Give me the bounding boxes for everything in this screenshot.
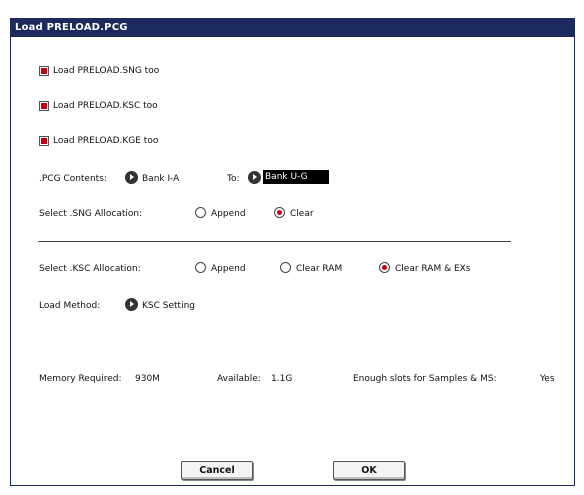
ksc-append-radio[interactable] [195,262,206,273]
sng-clear-label[interactable]: Clear [290,209,314,219]
ksc-clear-ram-exs-radio[interactable] [379,262,390,273]
load-kge-checkbox[interactable] [39,136,49,146]
ksc-clear-ram-radio[interactable] [280,262,291,273]
sng-append-label[interactable]: Append [211,209,246,219]
title-bar: Load PRELOAD.PCG [11,19,574,37]
sng-allocation-label: Select .SNG Allocation: [39,209,143,219]
slots-value: Yes [540,374,555,384]
memory-required-value: 930M [135,374,160,384]
load-sng-label[interactable]: Load PRELOAD.SNG too [53,66,159,76]
ksc-allocation-label: Select .KSC Allocation: [39,264,141,274]
load-method-label: Load Method: [39,301,101,311]
load-ksc-label[interactable]: Load PRELOAD.KSC too [53,101,158,111]
ksc-append-label[interactable]: Append [211,264,246,274]
sng-append-radio[interactable] [195,207,206,218]
to-bank-arrow-icon[interactable] [248,171,261,184]
slots-label: Enough slots for Samples & MS: [353,374,497,384]
load-preload-dialog: Load PRELOAD.PCG Load PRELOAD.SNG too Lo… [10,18,575,486]
load-sng-checkbox[interactable] [39,66,49,76]
from-bank-arrow-icon[interactable] [125,171,138,184]
load-ksc-checkbox[interactable] [39,101,49,111]
load-method-arrow-icon[interactable] [125,298,138,311]
ksc-clear-ram-label[interactable]: Clear RAM [296,264,342,274]
to-bank-value[interactable]: Bank U-G [263,170,329,184]
available-value: 1.1G [271,374,293,384]
ok-button[interactable]: OK [333,461,405,480]
cancel-button[interactable]: Cancel [181,461,253,480]
section-divider [38,241,511,242]
ksc-clear-ram-exs-label[interactable]: Clear RAM & EXs [395,264,471,274]
available-label: Available: [217,374,261,384]
pcg-contents-label: .PCG Contents: [39,174,107,184]
memory-required-label: Memory Required: [39,374,122,384]
sng-clear-radio[interactable] [274,207,285,218]
to-label: To: [227,174,240,184]
dialog-title: Load PRELOAD.PCG [15,22,128,33]
load-kge-label[interactable]: Load PRELOAD.KGE too [53,136,158,146]
load-method-value[interactable]: KSC Setting [142,301,195,311]
from-bank-value[interactable]: Bank I-A [142,174,179,184]
